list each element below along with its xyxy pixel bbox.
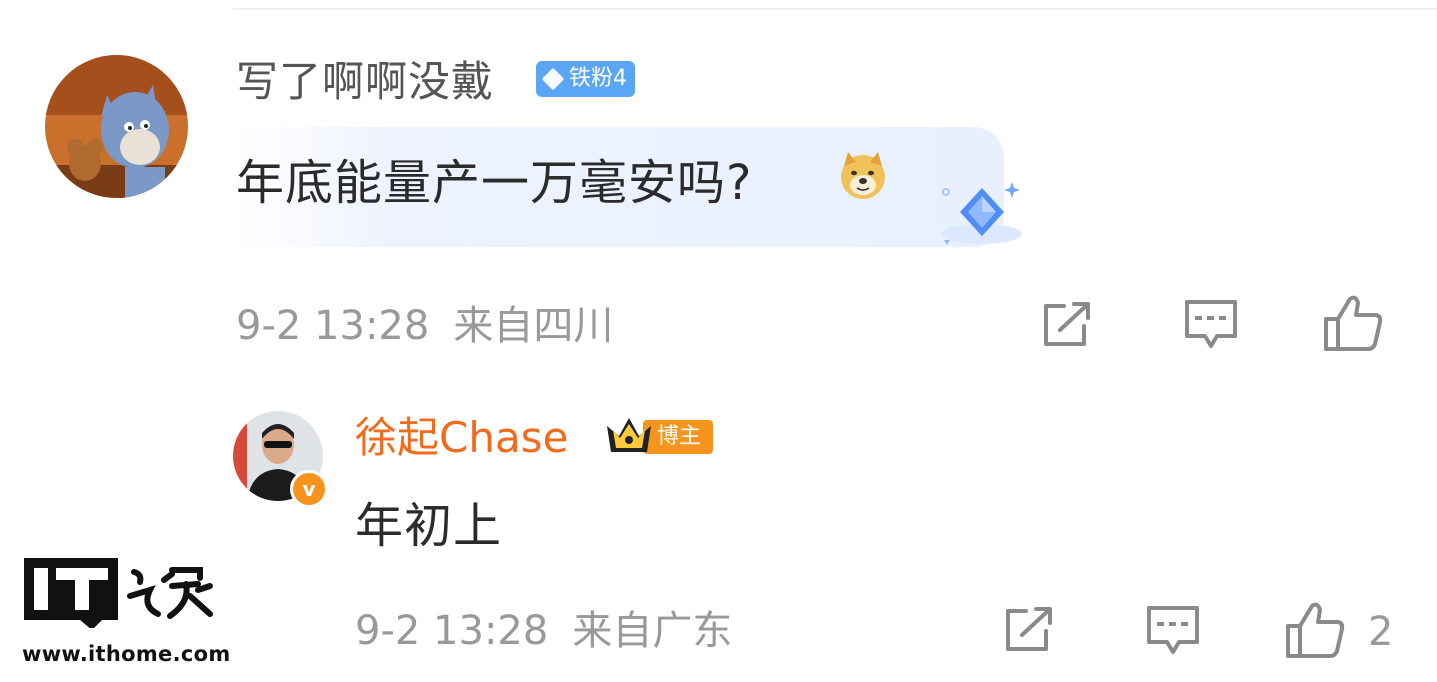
verified-icon: v bbox=[290, 470, 328, 508]
reply-meta: 9-2 13:28 来自广东 bbox=[355, 607, 732, 655]
reply-text: 年初上 bbox=[355, 498, 503, 554]
top-divider bbox=[233, 8, 1437, 10]
diamond-icon bbox=[541, 67, 565, 91]
comment-timestamp: 9-2 13:28 bbox=[236, 303, 430, 349]
comment-text: 年底能量产一万毫安吗? bbox=[236, 155, 753, 211]
doge-emoji-icon bbox=[838, 150, 888, 200]
fan-badge-label: 铁粉4 bbox=[569, 66, 627, 91]
fan-level-badge: 铁粉4 bbox=[536, 61, 635, 97]
blogger-badge-label: 博主 bbox=[657, 424, 702, 449]
reply-location: 来自广东 bbox=[572, 608, 733, 654]
reply-share-icon[interactable] bbox=[1002, 605, 1056, 655]
share-icon[interactable] bbox=[1040, 300, 1094, 350]
reply-comment-icon[interactable] bbox=[1145, 604, 1201, 658]
reply-user-name[interactable]: 徐起Chase bbox=[355, 412, 568, 464]
comment-location: 来自四川 bbox=[453, 303, 614, 349]
reply-timestamp: 9-2 13:28 bbox=[355, 608, 549, 654]
comment-meta: 9-2 13:28 来自四川 bbox=[236, 302, 613, 350]
comment-icon[interactable] bbox=[1183, 298, 1239, 352]
comment-user-name[interactable]: 写了啊啊没戴 bbox=[236, 56, 494, 108]
user-avatar[interactable] bbox=[45, 55, 188, 198]
diamond-decoration-icon bbox=[884, 178, 1030, 250]
blogger-badge: 博主 bbox=[605, 414, 715, 458]
thumbs-up-icon[interactable] bbox=[1322, 293, 1384, 353]
reply-like-count: 2 bbox=[1368, 609, 1394, 655]
ithome-url: www.ithome.com bbox=[22, 642, 231, 666]
reply-thumbs-up-icon[interactable] bbox=[1284, 600, 1346, 660]
ithome-logo bbox=[22, 556, 218, 630]
